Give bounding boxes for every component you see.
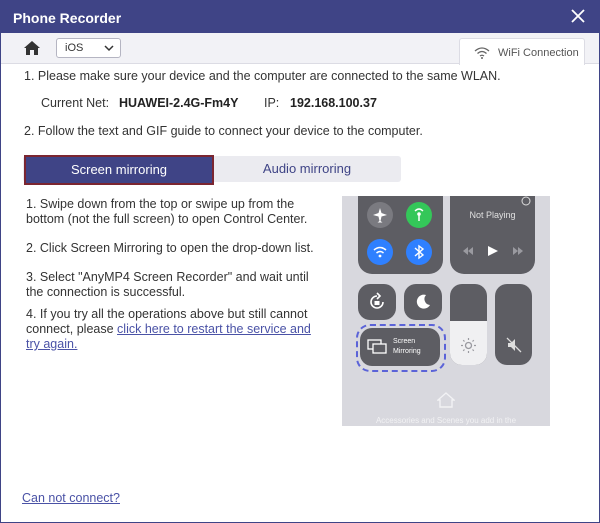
now-playing-text: Not Playing [469,210,516,220]
now-playing-tile: Not Playing [450,196,535,274]
home-kit-icon [437,392,455,408]
cannot-connect-link[interactable]: Can not connect? [22,491,120,505]
sun-icon [461,338,476,353]
platform-select-value: iOS [65,42,84,54]
ip-label: IP: [264,96,280,110]
screen-mirroring-label-2: Mirroring [393,348,421,355]
tab-wifi-connection[interactable]: WiFi Connection [459,38,585,65]
airplay-icon [521,196,531,206]
step1-text: 1. Please make sure your device and the … [24,69,501,83]
accessories-text: Accessories and Scenes you add in the [375,416,517,425]
brightness-slider [450,284,487,365]
instruction-3: 3. Select "AnyMP4 Screen Recorder" and w… [26,270,309,299]
control-center-gif: Not Playing Screen Mirroring Accessories… [342,196,550,426]
instruction-1: 1. Swipe down from the top or swipe up f… [26,197,308,226]
tab-audio-mirroring[interactable]: Audio mirroring [213,156,401,182]
screen-mirroring-icon [367,339,387,354]
step2-text: 2. Follow the text and GIF guide to conn… [24,124,423,138]
instruction-4: 4. If you try all the operations above b… [26,307,326,352]
bluetooth-icon [406,239,432,265]
wifi-tab-label: WiFi Connection [498,47,579,59]
dark-mode-tile [404,284,442,320]
chevron-down-icon [104,45,114,52]
rotation-lock-icon [370,292,384,309]
close-icon[interactable] [569,7,587,25]
home-icon[interactable] [23,40,41,56]
mute-icon [506,337,522,353]
window-title: Phone Recorder [13,10,122,26]
current-net-label: Current Net: [41,96,110,110]
media-controls-icon [463,246,523,256]
rotation-lock-tile [358,284,396,320]
wifi-toggle-icon [367,239,393,265]
tab-screen-mirroring[interactable]: Screen mirroring [24,155,214,185]
mirroring-tabs: Screen mirroring Audio mirroring [23,155,401,185]
platform-select[interactable]: iOS [56,38,121,58]
screen-mirroring-tile: Screen Mirroring [360,328,440,366]
wifi-icon [474,47,490,59]
airplane-icon [367,202,393,228]
screen-mirroring-label-1: Screen [393,338,416,345]
instruction-2: 2. Click Screen Mirroring to open the dr… [26,241,314,255]
cellular-icon [406,202,432,228]
current-net-value: HUAWEI-2.4G-Fm4Y [119,96,239,110]
moon-icon [416,294,430,309]
volume-slider [495,284,532,365]
phone-recorder-window: Phone Recorder iOS WiFi Connection 1. Pl… [0,0,600,523]
title-bar: Phone Recorder [1,1,599,33]
ip-value: 192.168.100.37 [290,96,377,110]
toolbar: iOS WiFi Connection [1,33,599,65]
